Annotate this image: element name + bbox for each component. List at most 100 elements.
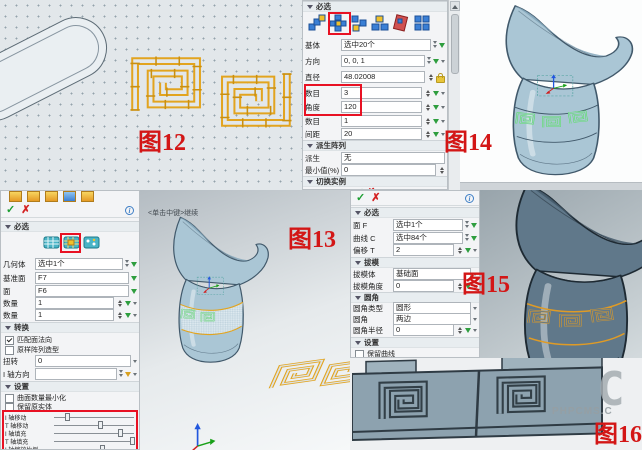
- dropdown-caret-icon[interactable]: [133, 360, 137, 365]
- slider-track[interactable]: [54, 433, 134, 434]
- chevron-down-icon[interactable]: [465, 234, 469, 243]
- spinner-icon[interactable]: [456, 325, 463, 336]
- slider-thumb[interactable]: [130, 437, 135, 445]
- axis-direction-input[interactable]: [35, 368, 117, 380]
- wrap-type-face-icon[interactable]: [43, 235, 60, 250]
- dropdown-caret-icon[interactable]: [133, 373, 137, 378]
- pick-arrow-icon[interactable]: [465, 328, 471, 336]
- dropdown-caret-icon[interactable]: [441, 92, 445, 97]
- draft-angle-input[interactable]: 0: [393, 280, 454, 292]
- pick-arrow-icon[interactable]: [433, 59, 439, 67]
- spinner-icon[interactable]: [424, 116, 431, 127]
- pick-arrow-icon[interactable]: [471, 236, 477, 244]
- pick-arrow-icon[interactable]: [131, 262, 137, 270]
- section-settings[interactable]: 设置: [351, 337, 479, 348]
- base-input[interactable]: 选中20个: [341, 39, 431, 51]
- pick-arrow-icon[interactable]: [471, 223, 477, 231]
- spinner-icon[interactable]: [424, 88, 431, 99]
- slider-thumb[interactable]: [100, 445, 105, 450]
- chevron-down-icon[interactable]: [465, 221, 469, 230]
- datum-input[interactable]: F7: [35, 272, 129, 284]
- qty2-input[interactable]: 1: [35, 309, 114, 321]
- section-required[interactable]: 必选: [1, 221, 139, 232]
- dropdown-caret-icon[interactable]: [473, 307, 477, 312]
- ok-button[interactable]: ✓: [6, 205, 15, 216]
- pick-arrow-icon[interactable]: [433, 105, 439, 113]
- pick-arrow-icon[interactable]: [433, 119, 439, 127]
- dropdown-caret-icon[interactable]: [441, 60, 445, 65]
- diameter-input[interactable]: 48.02008: [341, 71, 425, 83]
- minvalue-input[interactable]: 0: [341, 164, 436, 176]
- dropdown-caret-icon[interactable]: [473, 249, 477, 254]
- chevron-down-icon[interactable]: [433, 41, 437, 50]
- section-settings[interactable]: 设置: [1, 381, 139, 392]
- section-draft[interactable]: 拔模: [351, 257, 479, 268]
- slider-thumb[interactable]: [98, 421, 103, 429]
- section-required[interactable]: 必选: [351, 207, 479, 218]
- pick-arrow-icon[interactable]: [433, 132, 439, 140]
- section-derived-pattern[interactable]: 派生阵列: [303, 140, 447, 151]
- spinner-icon[interactable]: [116, 298, 123, 309]
- scroll-up-button[interactable]: [450, 1, 460, 11]
- section-transform[interactable]: 转换: [1, 322, 139, 333]
- pick-arrow-icon[interactable]: [131, 289, 137, 297]
- spinner-icon[interactable]: [427, 72, 434, 83]
- cancel-button[interactable]: ✗: [371, 193, 380, 204]
- offset-t-input[interactable]: 2: [393, 244, 454, 256]
- viewport-sketch-fig12[interactable]: [0, 0, 302, 191]
- slider-track[interactable]: [54, 441, 134, 442]
- pattern-type-linear-icon[interactable]: [308, 14, 326, 32]
- chevron-down-icon[interactable]: [427, 57, 431, 66]
- scrollbar-thumb[interactable]: [451, 14, 459, 74]
- spinner-icon[interactable]: [424, 129, 431, 140]
- twist-select[interactable]: 0: [35, 355, 131, 367]
- wrap-type-scatter-icon[interactable]: [83, 235, 100, 250]
- pick-arrow-icon[interactable]: [125, 372, 131, 380]
- count-input[interactable]: 3: [341, 87, 422, 99]
- info-icon[interactable]: i: [465, 194, 474, 203]
- flat-meander-pattern[interactable]: [261, 348, 350, 398]
- checkbox-checked-icon[interactable]: [5, 336, 14, 345]
- pick-arrow-icon[interactable]: [465, 248, 471, 256]
- section-required[interactable]: 必选: [303, 1, 447, 12]
- geometry-input[interactable]: 选中1个: [35, 258, 123, 270]
- draft-body-select[interactable]: 基础面: [393, 268, 471, 280]
- pick-arrow-icon[interactable]: [125, 313, 131, 321]
- slider-track[interactable]: [54, 417, 134, 418]
- direction-input[interactable]: 0, 0, 1: [341, 55, 425, 67]
- sketch-capsule-outline[interactable]: [0, 6, 118, 131]
- pick-arrow-icon[interactable]: [433, 91, 439, 99]
- pick-arrow-icon[interactable]: [131, 276, 137, 284]
- pattern-type-circular-icon[interactable]: [329, 14, 347, 32]
- panel-scrollbar[interactable]: [448, 0, 460, 190]
- face-input[interactable]: F6: [35, 285, 129, 297]
- pick-arrow-icon[interactable]: [439, 43, 445, 51]
- pattern-type-point-icon[interactable]: [371, 14, 389, 32]
- dropdown-caret-icon[interactable]: [473, 318, 477, 323]
- spinner-icon[interactable]: [424, 102, 431, 113]
- fillet-radius-input[interactable]: 0: [393, 324, 454, 336]
- dropdown-caret-icon[interactable]: [133, 314, 137, 319]
- chevron-down-icon[interactable]: [125, 260, 129, 269]
- face-f-input[interactable]: 选中1个: [393, 219, 463, 231]
- ok-button[interactable]: ✓: [356, 193, 365, 204]
- pattern-type-polygon-icon[interactable]: [350, 14, 368, 32]
- checkbox-unchecked-icon[interactable]: [355, 350, 364, 359]
- dropdown-caret-icon[interactable]: [133, 302, 137, 307]
- info-icon[interactable]: i: [125, 206, 134, 215]
- cancel-button[interactable]: ✗: [21, 205, 30, 216]
- meander-sketch-pattern[interactable]: [128, 54, 298, 134]
- dropdown-caret-icon[interactable]: [441, 106, 445, 111]
- slider-thumb[interactable]: [65, 413, 70, 421]
- spinner-icon[interactable]: [116, 310, 123, 321]
- derive-input[interactable]: 无: [341, 152, 445, 164]
- qty1-input[interactable]: 1: [35, 297, 114, 309]
- dropdown-caret-icon[interactable]: [441, 120, 445, 125]
- lock-icon[interactable]: [436, 76, 445, 83]
- checkbox-unchecked-icon[interactable]: [5, 346, 14, 355]
- spinner-icon[interactable]: [438, 165, 445, 176]
- pattern-type-curve-icon[interactable]: [392, 14, 410, 32]
- dropdown-caret-icon[interactable]: [473, 329, 477, 334]
- checkbox-unchecked-icon[interactable]: [5, 403, 14, 412]
- curve-c-input[interactable]: 选中84个: [393, 232, 463, 244]
